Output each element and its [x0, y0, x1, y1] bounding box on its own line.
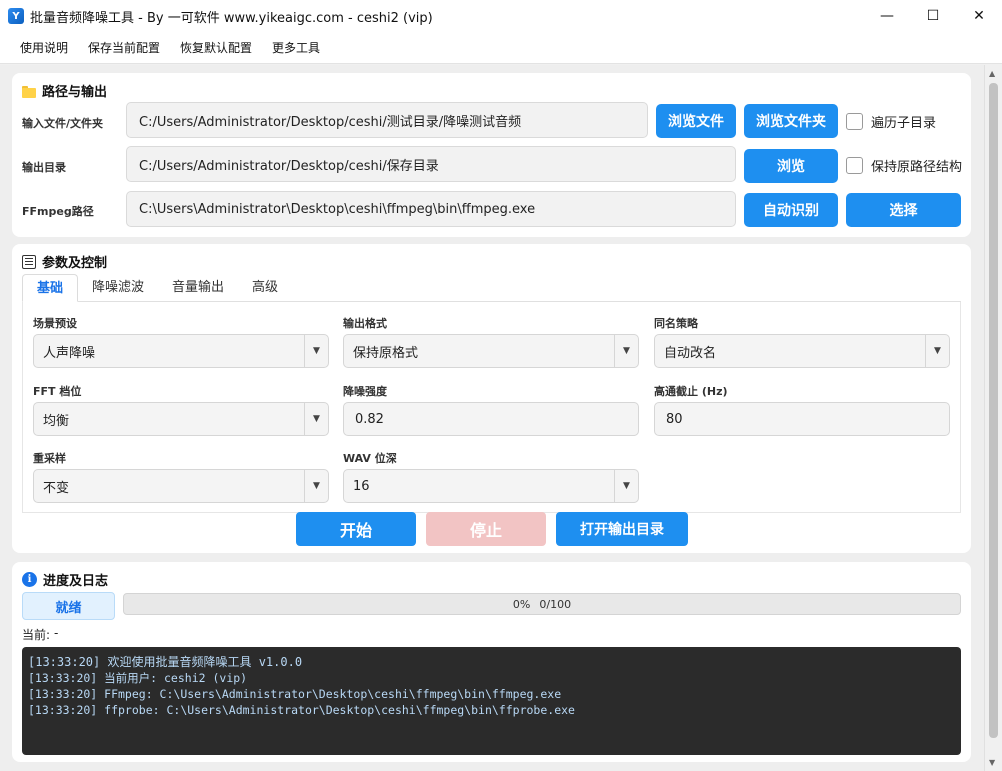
current-label: 当前: [22, 628, 51, 642]
tab-advanced[interactable]: 高级 [238, 274, 292, 301]
params-panel: 参数及控制 基础 降噪滤波 音量输出 高级 场景预设 人声降噪 ▼ 输出格式 保… [12, 244, 971, 553]
browse-folder-button[interactable]: 浏览文件夹 [744, 104, 838, 138]
menu-save-config[interactable]: 保存当前配置 [78, 32, 170, 64]
naming-strategy-select[interactable]: 自动改名 ▼ [654, 334, 950, 368]
progress-panel: i 进度及日志 就绪 0% 0/100 当前: - [13:33:20] 欢迎使… [12, 562, 971, 762]
auto-detect-button[interactable]: 自动识别 [744, 193, 838, 227]
main-content: 路径与输出 输入文件/文件夹 C:/Users/Administrator/De… [0, 65, 984, 771]
ffmpeg-path-label: FFmpeg路径 [22, 205, 94, 218]
output-dir-field[interactable]: C:/Users/Administrator/Desktop/ceshi/保存目… [126, 146, 736, 182]
current-value: - [54, 626, 59, 640]
title-bar: Y 批量音频降噪工具 - By 一可软件 www.yikeaigc.com - … [0, 0, 1002, 32]
paths-panel: 路径与输出 输入文件/文件夹 C:/Users/Administrator/De… [12, 73, 971, 237]
output-format-select[interactable]: 保持原格式 ▼ [343, 334, 639, 368]
stop-button[interactable]: 停止 [426, 512, 546, 546]
wav-bitdepth-value: 16 [353, 478, 370, 494]
fft-level-value: 均衡 [43, 413, 70, 429]
progress-title-text: 进度及日志 [43, 574, 109, 589]
progress-panel-title: i 进度及日志 [22, 570, 108, 589]
basic-tab-body: 场景预设 人声降噪 ▼ 输出格式 保持原格式 ▼ 同名策略 自动改名 ▼ FFT… [22, 302, 961, 513]
scroll-down-icon[interactable]: ▼ [989, 758, 995, 767]
input-path-label: 输入文件/文件夹 [22, 117, 104, 130]
highpass-cutoff-label: 高通截止 (Hz) [654, 385, 728, 398]
progress-percent: 0% [512, 597, 531, 611]
log-line: [13:33:20] ffprobe: C:\Users\Administrat… [28, 703, 575, 717]
scrollbar-thumb[interactable] [989, 83, 998, 738]
keep-structure-label: 保持原路径结构 [871, 160, 963, 175]
wav-bitdepth-label: WAV 位深 [343, 452, 397, 465]
ffmpeg-path-field[interactable]: C:\Users\Administrator\Desktop\ceshi\ffm… [126, 191, 736, 227]
info-icon: i [22, 572, 37, 587]
fft-level-select[interactable]: 均衡 ▼ [33, 402, 329, 436]
log-line: [13:33:20] 欢迎使用批量音频降噪工具 v1.0.0 [28, 655, 303, 669]
start-button[interactable]: 开始 [296, 512, 416, 546]
keep-structure-checkbox[interactable] [846, 157, 863, 174]
select-ffmpeg-button[interactable]: 选择 [846, 193, 961, 227]
output-dir-label: 输出目录 [22, 161, 66, 174]
naming-strategy-value: 自动改名 [664, 345, 717, 361]
resample-label: 重采样 [33, 452, 66, 465]
list-icon [22, 254, 36, 269]
recurse-subdirs-option[interactable]: 遍历子目录 [846, 112, 936, 131]
resample-value: 不变 [43, 480, 70, 496]
current-file-line: 当前: - [22, 626, 58, 643]
tab-basic[interactable]: 基础 [22, 274, 79, 302]
browse-file-button[interactable]: 浏览文件 [656, 104, 736, 138]
progress-bar: 0% 0/100 [123, 593, 961, 615]
output-format-value: 保持原格式 [353, 345, 419, 361]
scene-preset-value: 人声降噪 [43, 345, 96, 361]
browse-output-button[interactable]: 浏览 [744, 149, 838, 183]
folder-icon [22, 84, 36, 98]
chevron-down-icon[interactable]: ▼ [304, 403, 328, 435]
fft-level-label: FFT 档位 [33, 385, 82, 398]
vertical-scrollbar[interactable]: ▲ ▼ [984, 65, 1002, 771]
log-line: [13:33:20] 当前用户: ceshi2 (vip) [28, 671, 248, 685]
naming-strategy-label: 同名策略 [654, 317, 698, 330]
keep-structure-option[interactable]: 保持原路径结构 [846, 156, 962, 175]
scene-preset-label: 场景预设 [33, 317, 77, 330]
params-tabs: 基础 降噪滤波 音量输出 高级 [22, 274, 961, 302]
output-format-label: 输出格式 [343, 317, 387, 330]
scroll-up-icon[interactable]: ▲ [989, 69, 995, 78]
open-output-dir-button[interactable]: 打开输出目录 [556, 512, 688, 546]
chevron-down-icon[interactable]: ▼ [614, 335, 638, 367]
window-controls: — ☐ ✕ [864, 0, 1002, 32]
denoise-strength-label: 降噪强度 [343, 385, 387, 398]
denoise-strength-input[interactable]: 0.82 [343, 402, 639, 436]
menu-help[interactable]: 使用说明 [10, 32, 78, 64]
recurse-subdirs-label: 遍历子目录 [871, 116, 937, 131]
menu-restore-defaults[interactable]: 恢复默认配置 [170, 32, 262, 64]
minimize-button[interactable]: — [864, 0, 910, 32]
chevron-down-icon[interactable]: ▼ [614, 470, 638, 502]
window-title: 批量音频降噪工具 - By 一可软件 www.yikeaigc.com - ce… [30, 10, 433, 26]
status-badge: 就绪 [22, 592, 115, 620]
progress-count: 0/100 [539, 597, 572, 611]
progress-text: 0% 0/100 [124, 594, 960, 614]
menu-more-tools[interactable]: 更多工具 [262, 32, 330, 64]
tab-denoise-filter[interactable]: 降噪滤波 [78, 274, 158, 301]
chevron-down-icon[interactable]: ▼ [304, 335, 328, 367]
log-line: [13:33:20] FFmpeg: C:\Users\Administrato… [28, 687, 562, 701]
params-panel-title: 参数及控制 [22, 252, 107, 271]
paths-panel-title: 路径与输出 [22, 81, 107, 100]
params-title-text: 参数及控制 [42, 256, 108, 271]
log-console[interactable]: [13:33:20] 欢迎使用批量音频降噪工具 v1.0.0 [13:33:20… [22, 647, 961, 755]
maximize-button[interactable]: ☐ [910, 0, 956, 32]
paths-title-text: 路径与输出 [42, 85, 108, 100]
scene-preset-select[interactable]: 人声降噪 ▼ [33, 334, 329, 368]
recurse-subdirs-checkbox[interactable] [846, 113, 863, 130]
close-button[interactable]: ✕ [956, 0, 1002, 32]
app-logo-icon: Y [8, 8, 24, 24]
chevron-down-icon[interactable]: ▼ [925, 335, 949, 367]
highpass-cutoff-input[interactable]: 80 [654, 402, 950, 436]
chevron-down-icon[interactable]: ▼ [304, 470, 328, 502]
wav-bitdepth-select[interactable]: 16 ▼ [343, 469, 639, 503]
resample-select[interactable]: 不变 ▼ [33, 469, 329, 503]
input-path-field[interactable]: C:/Users/Administrator/Desktop/ceshi/测试目… [126, 102, 648, 138]
tab-volume-output[interactable]: 音量输出 [158, 274, 238, 301]
menu-bar: 使用说明 保存当前配置 恢复默认配置 更多工具 [0, 32, 1002, 64]
